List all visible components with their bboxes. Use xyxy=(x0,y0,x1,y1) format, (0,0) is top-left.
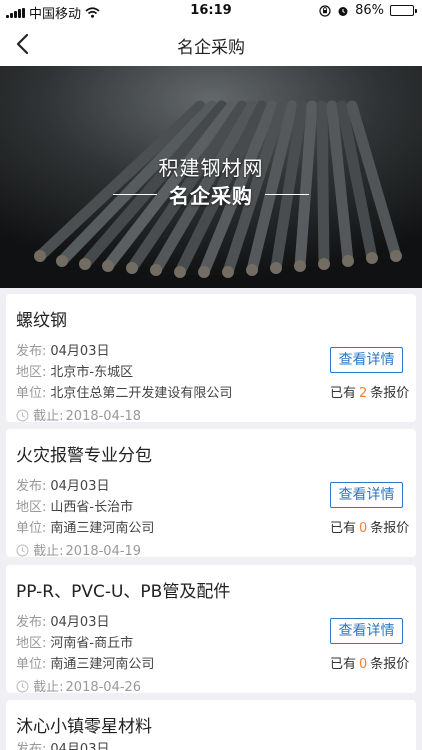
battery-icon xyxy=(390,5,417,16)
purchase-card[interactable]: 沐心小镇零星材料 发布: 04月03日 xyxy=(6,700,416,750)
deadline-date: 2018-04-18 xyxy=(65,409,142,424)
publish-label: 发布: xyxy=(16,479,47,494)
region-label: 地区: xyxy=(16,365,47,380)
publish-date: 04月03日 xyxy=(50,479,110,494)
region-value: 北京市-东城区 xyxy=(50,365,134,380)
purchase-card[interactable]: 螺纹钢 发布: 04月03日 地区: 北京市-东城区 单位: 北京住总第二开发建设有限… xyxy=(6,294,416,424)
publish-row: 发布: 04月03日 xyxy=(16,738,109,750)
status-right: 86% xyxy=(319,3,417,18)
company-value: 南通三建河南公司 xyxy=(50,657,155,672)
region-label: 地区: xyxy=(16,500,47,515)
deadline-date: 2018-04-19 xyxy=(65,544,142,559)
quote-count: 已有 0 条报价 xyxy=(330,517,409,536)
company-label: 单位: xyxy=(16,386,47,401)
publish-date: 04月03日 xyxy=(50,615,110,630)
clock-icon xyxy=(16,409,29,422)
quote-prefix: 已有 xyxy=(330,657,357,672)
banner-subtitle: 名企采购 xyxy=(169,184,253,208)
quote-prefix: 已有 xyxy=(330,521,357,536)
region-value: 山西省-长治市 xyxy=(50,500,134,515)
battery-percent: 86% xyxy=(355,3,384,18)
region-row: 地区: 河南省-商丘市 xyxy=(16,632,133,651)
purchase-card[interactable]: 火灾报警专业分包 发布: 04月03日 地区: 山西省-长治市 单位: 南通三建河南公… xyxy=(6,429,416,559)
deadline-label: 截止: xyxy=(33,409,64,424)
nav-bar: 名企采购 xyxy=(0,22,422,66)
publish-row: 发布: 04月03日 xyxy=(16,475,109,494)
clock-icon xyxy=(16,544,29,557)
quote-prefix: 已有 xyxy=(330,386,357,401)
company-row: 单位: 北京住总第二开发建设有限公司 xyxy=(16,382,232,401)
view-detail-button[interactable]: 查看详情 xyxy=(330,618,403,644)
company-label: 单位: xyxy=(16,521,47,536)
page-title: 名企采购 xyxy=(177,38,245,58)
status-bar: 中国移动 16:19 86% xyxy=(0,0,422,22)
deadline-label: 截止: xyxy=(33,680,64,695)
quote-suffix: 条报价 xyxy=(370,386,410,401)
quote-count: 已有 2 条报价 xyxy=(330,382,409,401)
deadline-row: 截止: 2018-04-18 xyxy=(16,405,141,424)
quote-suffix: 条报价 xyxy=(370,657,410,672)
deadline-label: 截止: xyxy=(33,544,64,559)
deadline-row: 截止: 2018-04-26 xyxy=(16,676,141,695)
region-label: 地区: xyxy=(16,636,47,651)
deadline-date: 2018-04-26 xyxy=(65,680,142,695)
banner-title: 积建钢材网 xyxy=(158,156,264,180)
quote-number: 0 xyxy=(359,657,368,672)
company-row: 单位: 南通三建河南公司 xyxy=(16,517,154,536)
divider-line xyxy=(113,194,157,195)
alarm-icon xyxy=(338,6,348,16)
publish-row: 发布: 04月03日 xyxy=(16,611,109,630)
purchase-name: PP-R、PVC-U、PB管及配件 xyxy=(16,582,231,602)
rotation-lock-icon xyxy=(319,4,331,17)
company-label: 单位: xyxy=(16,657,47,672)
purchase-name: 沐心小镇零星材料 xyxy=(16,717,152,737)
region-value: 河南省-商丘市 xyxy=(50,636,134,651)
publish-label: 发布: xyxy=(16,615,47,630)
company-value: 南通三建河南公司 xyxy=(50,521,155,536)
company-row: 单位: 南通三建河南公司 xyxy=(16,653,154,672)
divider-line xyxy=(265,194,309,195)
purchase-card[interactable]: PP-R、PVC-U、PB管及配件 发布: 04月03日 地区: 河南省-商丘市 单… xyxy=(6,565,416,695)
banner: 积建钢材网 名企采购 xyxy=(0,66,422,288)
quote-number: 0 xyxy=(359,521,368,536)
publish-date: 04月03日 xyxy=(50,742,110,750)
view-detail-button[interactable]: 查看详情 xyxy=(330,482,403,508)
deadline-row: 截止: 2018-04-19 xyxy=(16,540,141,559)
company-value: 北京住总第二开发建设有限公司 xyxy=(50,386,233,401)
publish-label: 发布: xyxy=(16,742,47,750)
purchase-name: 螺纹钢 xyxy=(16,311,67,331)
publish-row: 发布: 04月03日 xyxy=(16,340,109,359)
region-row: 地区: 山西省-长治市 xyxy=(16,496,133,515)
quote-suffix: 条报价 xyxy=(370,521,410,536)
quote-number: 2 xyxy=(359,386,368,401)
banner-subtitle-wrap: 名企采购 xyxy=(0,180,422,209)
view-detail-button[interactable]: 查看详情 xyxy=(330,347,403,373)
region-row: 地区: 北京市-东城区 xyxy=(16,361,133,380)
publish-label: 发布: xyxy=(16,344,47,359)
quote-count: 已有 0 条报价 xyxy=(330,653,409,672)
publish-date: 04月03日 xyxy=(50,344,110,359)
purchase-name: 火灾报警专业分包 xyxy=(16,446,152,466)
clock-icon xyxy=(16,680,29,693)
